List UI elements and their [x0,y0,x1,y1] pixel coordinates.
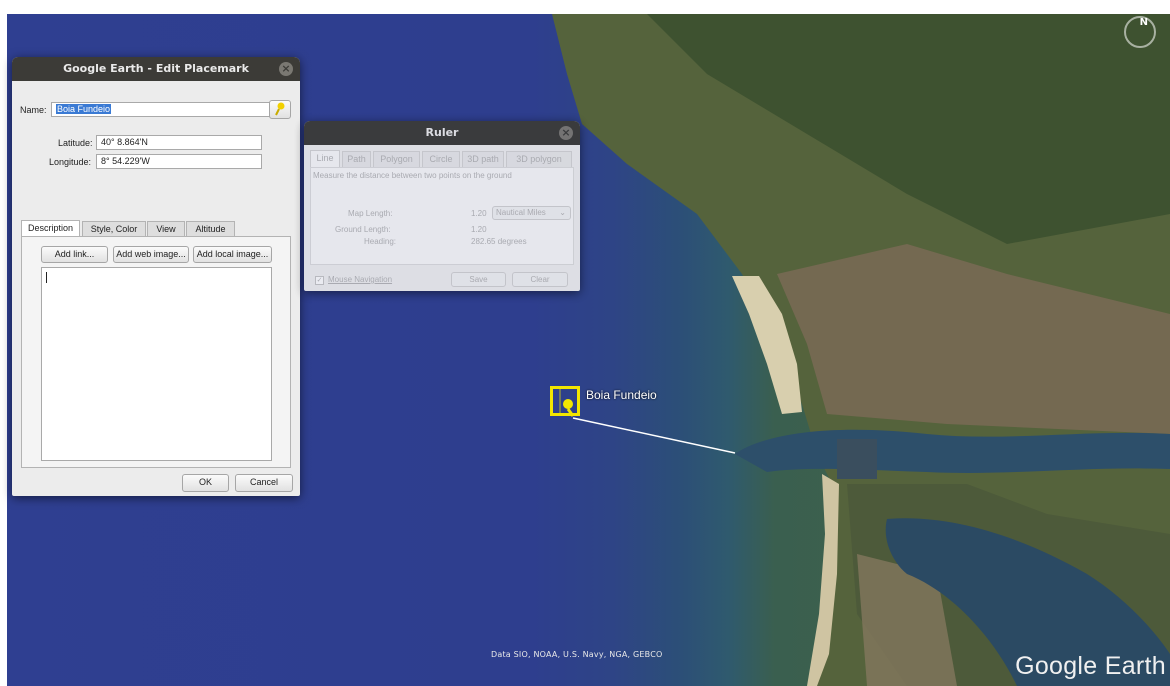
mouse-navigation-label: Mouse Navigation [328,275,393,284]
unit-select[interactable]: Nautical Miles ⌄ [492,206,571,220]
placemark-label[interactable]: Boia Fundeio [586,388,657,402]
tab-polygon[interactable]: Polygon [373,151,420,167]
add-local-image-button[interactable]: Add local image... [193,246,272,263]
dialog-title: Google Earth - Edit Placemark [63,62,249,75]
mouse-navigation-checkbox[interactable]: ✓ [315,276,324,285]
add-web-image-button[interactable]: Add web image... [113,246,189,263]
ruler-titlebar[interactable]: Ruler × [304,121,580,145]
edit-placemark-dialog: Google Earth - Edit Placemark × Name: Bo… [12,57,300,496]
placemark-selection-box[interactable] [550,386,580,416]
map-attribution: Data SIO, NOAA, U.S. Navy, NGA, GEBCO [491,650,663,659]
tab-3d-polygon[interactable]: 3D polygon [506,151,572,167]
close-icon[interactable]: × [559,126,573,140]
map-length-value: 1.20 [471,209,487,218]
chevron-down-icon: ⌄ [559,208,566,217]
ok-button[interactable]: OK [182,474,229,492]
placemark-icon-button[interactable] [269,100,291,119]
tab-3d-path[interactable]: 3D path [462,151,504,167]
ruler-line-panel: Measure the distance between two points … [310,167,574,265]
latitude-label: Latitude: [58,138,93,148]
name-label: Name: [20,105,47,115]
tab-altitude[interactable]: Altitude [186,221,235,237]
pushpin-icon [275,102,285,116]
description-panel: Add link... Add web image... Add local i… [21,236,291,468]
text-cursor [46,272,47,283]
ground-length-label: Ground Length: [335,225,391,234]
close-icon[interactable]: × [279,62,293,76]
cancel-button[interactable]: Cancel [235,474,293,492]
unit-select-value: Nautical Miles [496,208,546,217]
name-field-selection: Boia Fundeio [56,104,112,114]
google-earth-logo: Google Earth [1015,652,1166,680]
ruler-title: Ruler [425,126,459,139]
heading-label: Heading: [364,237,397,246]
description-textarea[interactable] [41,267,272,461]
latitude-field[interactable]: 40° 8.864'N [96,135,262,150]
compass-north-label: N [1139,17,1148,28]
longitude-field[interactable]: 8° 54.229'W [96,154,262,169]
name-field[interactable]: Boia Fundeio [51,102,270,117]
tab-view[interactable]: View [147,221,185,237]
tab-style-color[interactable]: Style, Color [82,221,146,237]
tab-description[interactable]: Description [21,220,80,237]
longitude-label: Longitude: [49,157,92,167]
ruler-dialog: Ruler × Line Path Polygon Circle 3D path… [304,121,580,291]
tab-circle[interactable]: Circle [422,151,460,167]
ruler-instructions: Measure the distance between two points … [313,171,512,180]
tab-path[interactable]: Path [342,151,371,167]
heading-value: 282.65 degrees [471,237,527,246]
map-length-label: Map Length: [348,209,393,218]
ground-length-value: 1.20 [471,225,487,234]
save-button[interactable]: Save [451,272,506,287]
tab-line[interactable]: Line [310,150,340,167]
clear-button[interactable]: Clear [512,272,568,287]
edit-placemark-titlebar[interactable]: Google Earth - Edit Placemark × [12,57,300,81]
add-link-button[interactable]: Add link... [41,246,108,263]
